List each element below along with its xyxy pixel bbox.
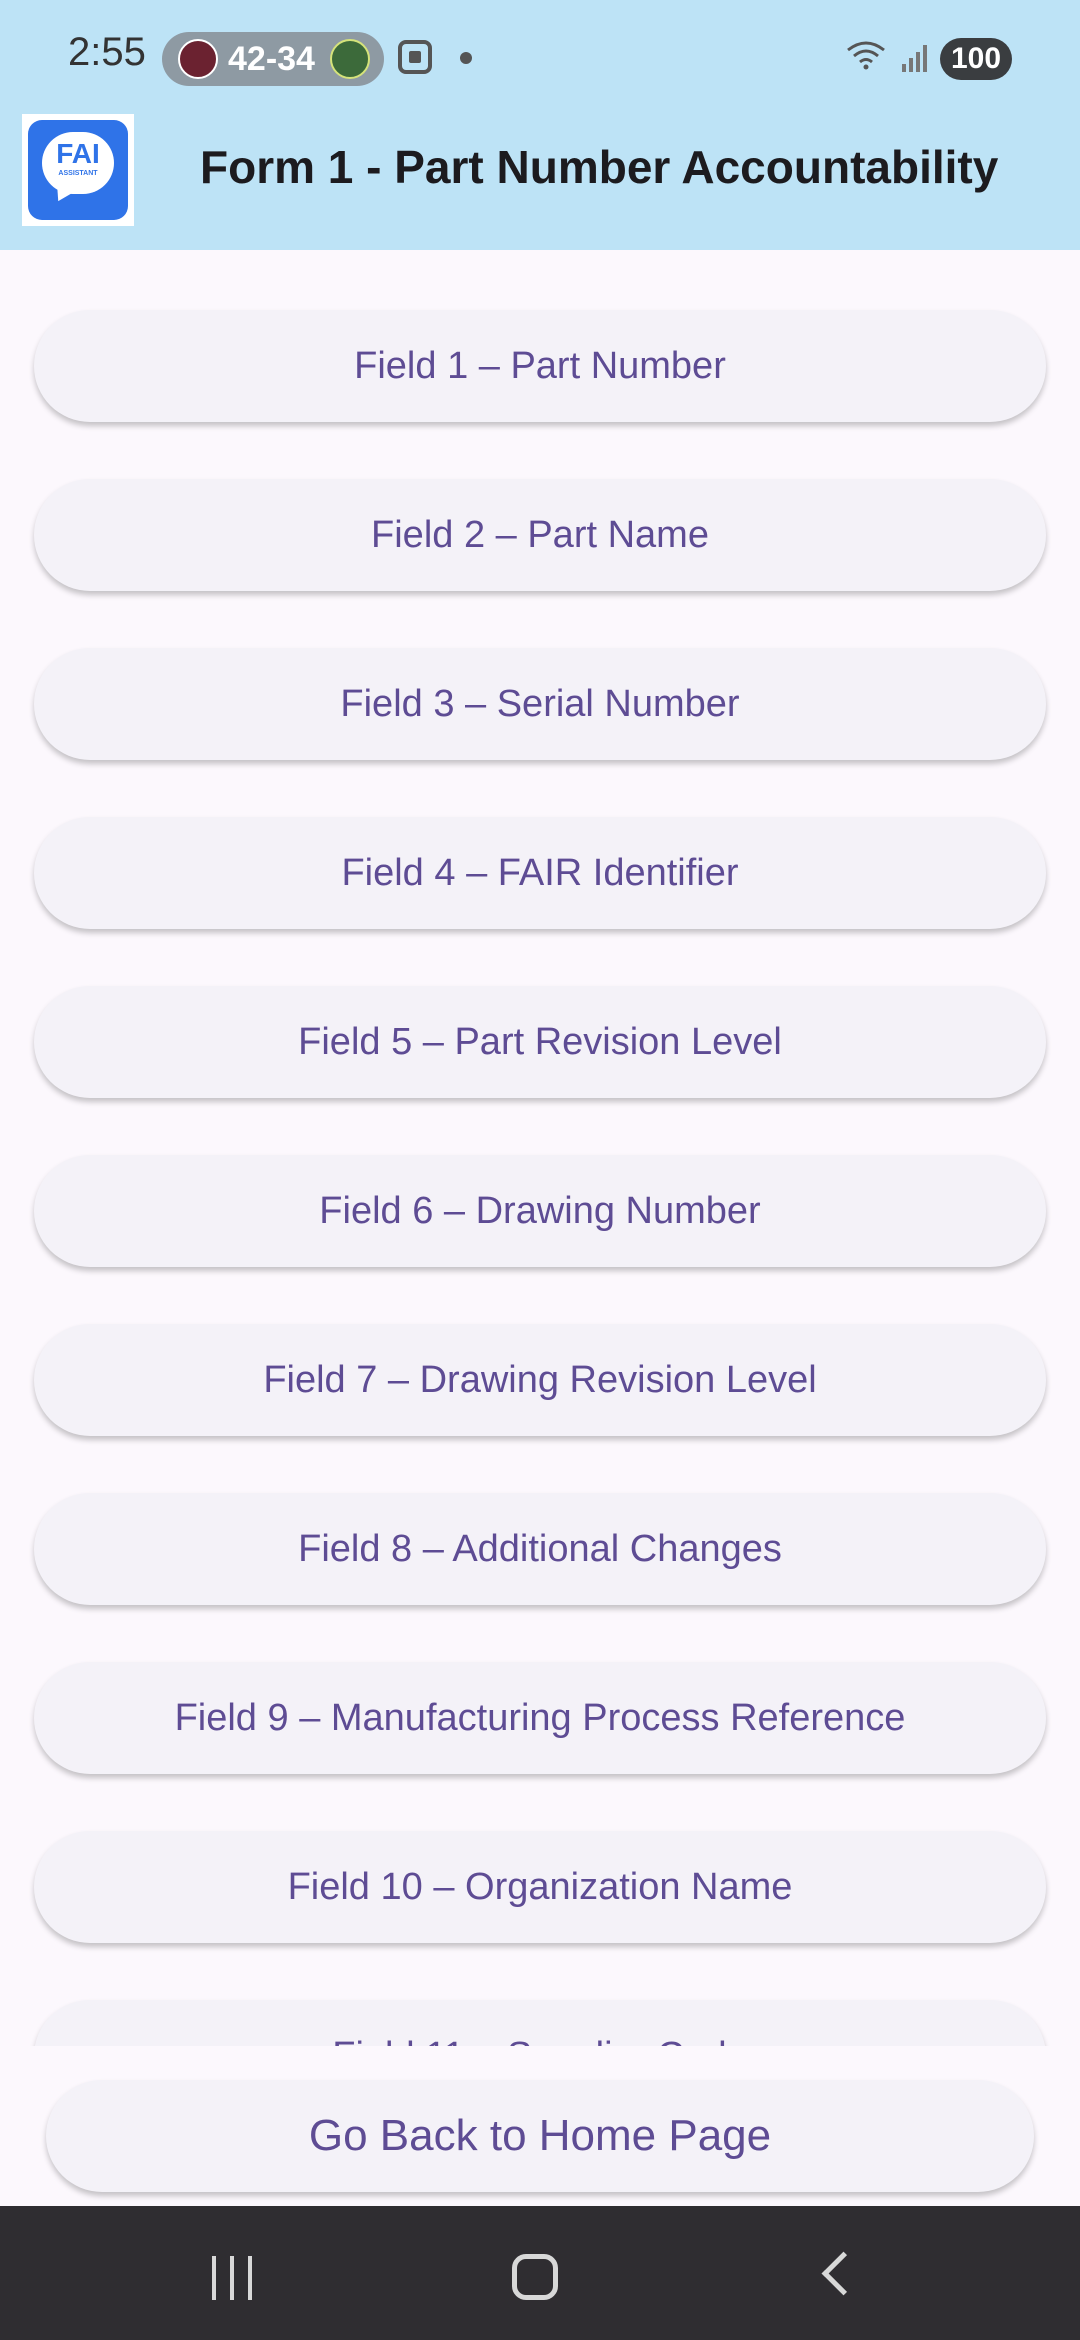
- status-time: 2:55: [68, 30, 146, 74]
- team-logo-icon: [178, 39, 218, 79]
- logo-subtitle: ASSISTANT: [58, 170, 98, 177]
- field-10-button[interactable]: Field 10 – Organization Name: [34, 1831, 1046, 1943]
- field-1-button[interactable]: Field 1 – Part Number: [34, 310, 1046, 422]
- live-score-pill[interactable]: 42-34: [162, 32, 384, 86]
- signal-icon: [902, 45, 927, 72]
- system-nav-bar: [0, 2206, 1080, 2340]
- back-icon[interactable]: [821, 2251, 866, 2296]
- battery-icon: 100: [940, 38, 1012, 80]
- screenshot-icon: [398, 40, 432, 74]
- app-logo: FAI ASSISTANT: [22, 114, 134, 226]
- team-logo-icon: [330, 39, 370, 79]
- field-4-button[interactable]: Field 4 – FAIR Identifier: [34, 817, 1046, 929]
- field-3-button[interactable]: Field 3 – Serial Number: [34, 648, 1046, 760]
- notification-dot-icon: [460, 52, 472, 64]
- live-score: 42-34: [228, 40, 315, 78]
- field-2-button[interactable]: Field 2 – Part Name: [34, 479, 1046, 591]
- field-9-button[interactable]: Field 9 – Manufacturing Process Referenc…: [34, 1662, 1046, 1774]
- logo-title: FAI: [56, 138, 100, 169]
- field-8-button[interactable]: Field 8 – Additional Changes: [34, 1493, 1046, 1605]
- field-7-button[interactable]: Field 7 – Drawing Revision Level: [34, 1324, 1046, 1436]
- chat-bubble-icon: FAI ASSISTANT: [28, 120, 128, 220]
- field-list[interactable]: Field 1 – Part Number Field 2 – Part Nam…: [0, 250, 1080, 2046]
- field-11-button[interactable]: Field 11 – Supplier Code: [34, 2000, 1046, 2046]
- go-back-home-button[interactable]: Go Back to Home Page: [46, 2080, 1034, 2192]
- page-title: Form 1 - Part Number Accountability: [200, 141, 999, 193]
- recent-apps-icon[interactable]: [210, 2256, 254, 2300]
- app-bar: FAI ASSISTANT Form 1 - Part Number Accou…: [0, 114, 1080, 250]
- wifi-icon: [847, 41, 885, 70]
- status-bar: 2:55 42-34 100: [0, 0, 1080, 114]
- field-5-button[interactable]: Field 5 – Part Revision Level: [34, 986, 1046, 1098]
- field-6-button[interactable]: Field 6 – Drawing Number: [34, 1155, 1046, 1267]
- home-icon[interactable]: [512, 2254, 558, 2300]
